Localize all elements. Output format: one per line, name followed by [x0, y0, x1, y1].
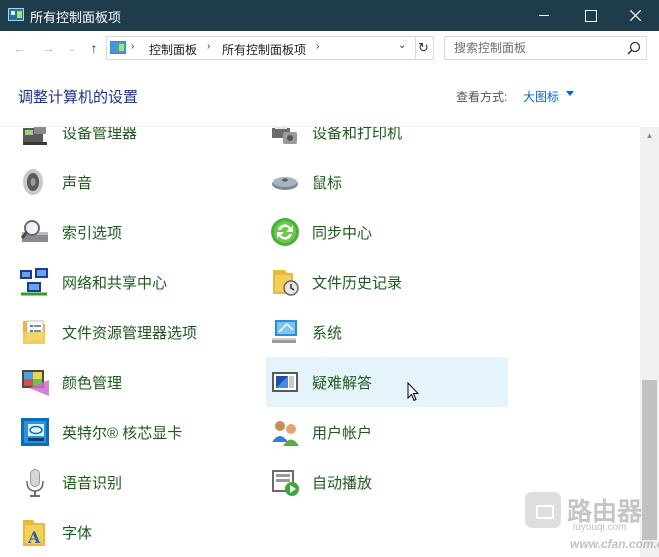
item-label: 用户帐户	[312, 425, 373, 442]
close-button[interactable]	[613, 0, 659, 31]
item-device-manager[interactable]: 设备管理器	[16, 127, 258, 157]
view-by-dropdown[interactable]: 大图标	[523, 88, 559, 105]
item-label: 疑难解答	[312, 375, 373, 392]
item-color-management[interactable]: 颜色管理	[16, 357, 258, 407]
item-fonts[interactable]: A 字体	[16, 507, 258, 557]
item-network-sharing[interactable]: 网络和共享中心	[16, 257, 258, 307]
item-label: 网络和共享中心	[62, 275, 168, 292]
breadcrumb-all-items[interactable]: 所有控制面板项	[222, 41, 306, 58]
scroll-up-icon[interactable]: ▲	[640, 127, 659, 144]
item-mouse[interactable]: 鼠标	[266, 157, 508, 207]
item-label: 颜色管理	[62, 375, 123, 392]
item-explorer-options[interactable]: 文件资源管理器选项	[16, 307, 258, 357]
microphone-icon	[26, 469, 44, 497]
svg-text:A: A	[27, 528, 41, 547]
color-management-icon	[22, 370, 49, 396]
view-by-label: 查看方式:	[456, 90, 508, 104]
up-button[interactable]: ↑	[84, 38, 104, 58]
item-label: 同步中心	[312, 225, 373, 242]
file-history-icon	[273, 270, 299, 296]
forward-button[interactable]: →	[38, 38, 58, 58]
window-title: 所有控制面板项	[30, 10, 122, 25]
folder-options-icon	[23, 320, 45, 344]
item-indexing-options[interactable]: 索引选项	[16, 207, 258, 257]
item-label: 系统	[312, 325, 343, 342]
item-label: 鼠标	[312, 175, 343, 192]
mouse-cursor-icon	[407, 382, 419, 402]
printer-icon	[272, 127, 297, 144]
search-box[interactable]	[444, 36, 647, 60]
item-label: 语音识别	[62, 475, 123, 492]
breadcrumb-separator-icon[interactable]: ›	[207, 41, 210, 52]
item-system[interactable]: 系统	[266, 307, 508, 357]
item-label: 自动播放	[312, 475, 373, 492]
item-speech-recognition[interactable]: 语音识别	[16, 457, 258, 507]
navigation-bar: ← → ⌄ ↑ › 控制面板 › 所有控制面板项 › ⌄ ↻	[0, 31, 659, 65]
breadcrumb-separator-icon[interactable]: ›	[131, 41, 134, 52]
item-user-accounts[interactable]: 用户帐户	[266, 407, 508, 457]
item-sync-center[interactable]: 同步中心	[266, 207, 508, 257]
mouse-icon	[272, 177, 298, 190]
item-label: 英特尔® 核芯显卡	[62, 425, 183, 442]
title-bar: 所有控制面板项	[0, 0, 659, 31]
item-label: 字体	[62, 525, 93, 542]
watermark: 路由器 luyouqi.com www.cfan.com.cn	[515, 488, 659, 554]
recent-locations-button[interactable]: ⌄	[62, 38, 82, 58]
refresh-button[interactable]: ↻	[414, 36, 434, 60]
watermark-subtext: luyouqi.com	[573, 522, 627, 533]
troubleshooting-icon	[272, 372, 298, 392]
item-label: 文件历史记录	[312, 275, 403, 292]
item-autoplay[interactable]: 自动播放	[266, 457, 508, 507]
item-label: 声音	[62, 175, 93, 192]
search-input[interactable]	[445, 37, 623, 59]
breadcrumb-control-panel[interactable]: 控制面板	[149, 41, 197, 58]
item-label: 设备和打印机	[312, 127, 403, 142]
item-troubleshooting[interactable]: 疑难解答	[266, 357, 508, 407]
network-icon	[20, 268, 48, 296]
autoplay-icon	[272, 470, 299, 496]
item-label: 文件资源管理器选项	[62, 325, 198, 342]
item-sound[interactable]: 声音	[16, 157, 258, 207]
user-accounts-icon	[272, 421, 299, 446]
router-logo-icon	[525, 492, 561, 528]
control-panel-icon	[8, 8, 24, 21]
page-title: 调整计算机的设置	[18, 89, 139, 106]
item-label: 设备管理器	[62, 127, 138, 142]
search-icon[interactable]	[627, 41, 641, 55]
maximize-button[interactable]	[567, 0, 613, 31]
system-computer-icon	[272, 320, 297, 343]
back-button[interactable]: ←	[10, 38, 30, 58]
caret-down-icon[interactable]	[566, 91, 574, 96]
address-dropdown-icon[interactable]: ⌄	[398, 40, 406, 51]
item-file-history[interactable]: 文件历史记录	[266, 257, 508, 307]
close-icon	[630, 10, 641, 21]
item-label: 索引选项	[62, 225, 123, 242]
breadcrumb-separator-icon[interactable]: ›	[316, 41, 319, 52]
item-devices-printers[interactable]: 设备和打印机	[266, 127, 508, 157]
speaker-icon	[23, 169, 43, 195]
minimize-button[interactable]	[521, 0, 567, 31]
address-bar[interactable]: › 控制面板 › 所有控制面板项 › ⌄	[106, 36, 416, 60]
indexing-magnifier-icon	[20, 220, 48, 242]
watermark-url: www.cfan.com.cn	[570, 537, 659, 551]
item-intel-graphics[interactable]: 英特尔® 核芯显卡	[16, 407, 258, 457]
intel-graphics-icon	[21, 418, 49, 446]
control-panel-icon	[110, 41, 126, 54]
fonts-folder-icon: A	[23, 520, 45, 547]
sync-icon	[271, 218, 299, 246]
device-manager-icon	[23, 127, 47, 145]
